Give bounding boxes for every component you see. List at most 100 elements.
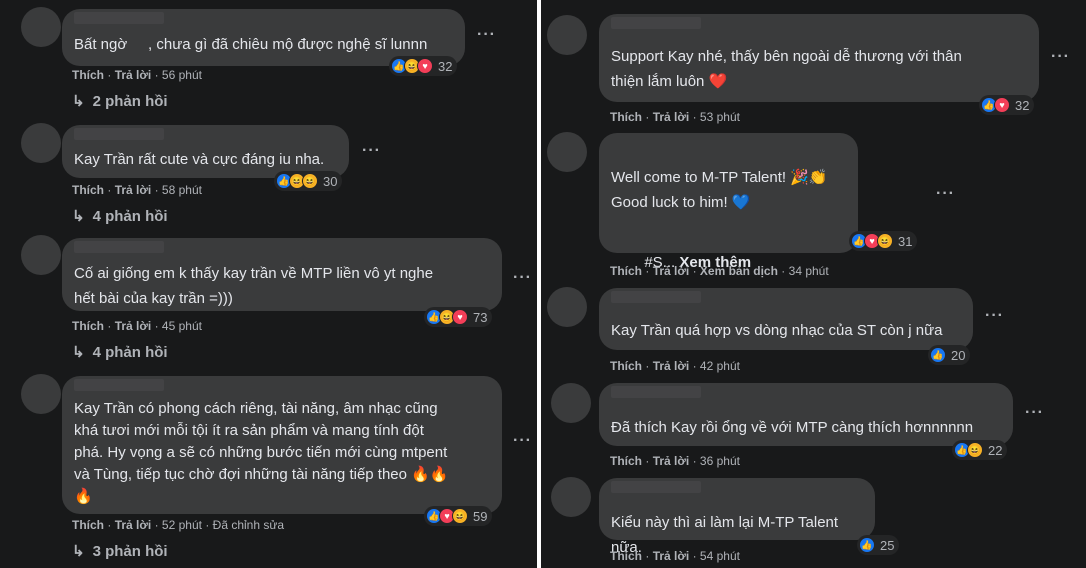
- haha-icon: 😆: [452, 508, 468, 524]
- reply-link[interactable]: Trả lời: [653, 110, 690, 124]
- more-options-icon[interactable]: ···: [1051, 48, 1070, 66]
- reaction-icons: 👍 ♥ 😆: [851, 233, 893, 249]
- comment-actions: Thích · Trả lời · Xem bản dịch · 34 phút: [610, 264, 829, 278]
- commenter-name[interactable]: [611, 386, 701, 398]
- reaction-icons: 👍: [930, 347, 946, 363]
- comment-bubble: Well come to M-TP Talent! 🎉👏 Good luck t…: [599, 133, 858, 271]
- haha-icon: 😆: [877, 233, 893, 249]
- avatar[interactable]: [21, 374, 61, 414]
- view-replies-link[interactable]: ↳ 2 phản hồi: [72, 92, 168, 110]
- reply-link[interactable]: Trả lời: [653, 454, 690, 468]
- comment-time[interactable]: 58 phút: [162, 183, 202, 197]
- reaction-summary[interactable]: 👍 25: [857, 535, 900, 555]
- comment-text: Well come to M-TP Talent! 🎉👏 Good luck t…: [611, 169, 828, 211]
- reply-link[interactable]: Trả lời: [653, 549, 690, 563]
- more-options-icon[interactable]: ···: [477, 26, 496, 44]
- avatar[interactable]: [21, 123, 61, 163]
- haha-icon: 😆: [967, 442, 983, 458]
- reply-link[interactable]: Trả lời: [115, 183, 152, 197]
- comment: Well come to M-TP Talent! 🎉👏 Good luck t…: [541, 130, 1086, 285]
- comment-time[interactable]: 42 phút: [700, 359, 740, 373]
- reply-arrow-icon: ↳: [72, 208, 85, 225]
- reply-link[interactable]: Trả lời: [115, 319, 152, 333]
- commenter-name[interactable]: [611, 291, 701, 303]
- comment-bubble: Đã thích Kay rồi ổng về với MTP càng thí…: [599, 383, 1013, 446]
- reaction-summary[interactable]: 👍 20: [928, 345, 971, 365]
- like-link[interactable]: Thích: [610, 110, 642, 124]
- comment-bubble: Kay Trần có phong cách riêng, tài năng, …: [62, 376, 502, 514]
- more-options-icon[interactable]: ···: [1025, 404, 1044, 422]
- reply-link[interactable]: Trả lời: [115, 68, 152, 82]
- more-options-icon[interactable]: ···: [513, 432, 532, 450]
- avatar[interactable]: [547, 287, 587, 327]
- reaction-summary[interactable]: 👍 😆 😆 30: [274, 171, 343, 191]
- reaction-summary[interactable]: 👍 😆 ♥ 32: [389, 56, 458, 76]
- reaction-icons: 👍 😆 ♥: [426, 309, 468, 325]
- like-link[interactable]: Thích: [610, 264, 642, 278]
- reply-link[interactable]: Trả lời: [653, 359, 690, 373]
- comment-time[interactable]: 52 phút: [162, 518, 202, 532]
- comment: Bất ngờ , chưa gì đã chiêu mộ được nghệ …: [0, 0, 537, 115]
- commenter-name[interactable]: [74, 12, 164, 24]
- comment: Support Kay nhé, thấy bên ngoài dễ thươn…: [541, 0, 1086, 130]
- reply-link[interactable]: Trả lời: [653, 264, 690, 278]
- like-icon: 👍: [930, 347, 946, 363]
- commenter-name[interactable]: [74, 241, 164, 253]
- view-replies-link[interactable]: ↳ 3 phản hồi: [72, 542, 168, 560]
- comment-time[interactable]: 56 phút: [162, 68, 202, 82]
- reaction-summary[interactable]: 👍 ♥ 32: [979, 95, 1035, 115]
- reaction-summary[interactable]: 👍 ♥ 😆 59: [424, 506, 493, 526]
- avatar[interactable]: [21, 7, 61, 47]
- comment-time[interactable]: 36 phút: [700, 454, 740, 468]
- view-replies-link[interactable]: ↳ 4 phản hồi: [72, 343, 168, 361]
- comment-actions: Thích · Trả lời · 42 phút: [610, 359, 740, 373]
- more-options-icon[interactable]: ···: [936, 185, 955, 203]
- like-link[interactable]: Thích: [72, 319, 104, 333]
- avatar[interactable]: [551, 477, 591, 517]
- edited-label: Đã chỉnh sửa: [212, 518, 285, 532]
- like-icon: 👍: [859, 537, 875, 553]
- reaction-summary[interactable]: 👍 😆 ♥ 73: [424, 307, 493, 327]
- comment: Cố ai giống em k thấy kay trần về MTP li…: [0, 233, 537, 373]
- view-replies-link[interactable]: ↳ 4 phản hồi: [72, 207, 168, 225]
- reply-arrow-icon: ↳: [72, 344, 85, 361]
- like-link[interactable]: Thích: [72, 68, 104, 82]
- avatar[interactable]: [547, 132, 587, 172]
- commenter-name[interactable]: [74, 379, 164, 391]
- commenter-name[interactable]: [74, 128, 164, 140]
- translate-link[interactable]: Xem bản dịch: [700, 264, 778, 278]
- reaction-count: 30: [323, 173, 338, 189]
- comment-actions: Thích · Trả lời · 54 phút: [610, 549, 740, 563]
- reaction-summary[interactable]: 👍 ♥ 😆 31: [849, 231, 918, 251]
- comment-text: Kay Trần có phong cách riêng, tài năng, …: [74, 400, 449, 505]
- comment-bubble: Kay Trần quá hợp vs dòng nhạc của ST còn…: [599, 288, 973, 350]
- reaction-icons: 👍: [859, 537, 875, 553]
- like-link[interactable]: Thích: [610, 454, 642, 468]
- comment-actions: Thích · Trả lời · 52 phút · Đã chỉnh sửa: [72, 518, 285, 532]
- comment-time[interactable]: 34 phút: [789, 264, 829, 278]
- avatar[interactable]: [547, 15, 587, 55]
- more-options-icon[interactable]: ···: [985, 307, 1004, 325]
- comment-actions: Thích · Trả lời · 45 phút: [72, 319, 202, 333]
- reaction-icons: 👍 😆: [954, 442, 983, 458]
- comment-actions: Thích · Trả lời · 56 phút: [72, 68, 202, 82]
- comment-time[interactable]: 45 phút: [162, 319, 202, 333]
- more-options-icon[interactable]: ···: [362, 142, 381, 160]
- like-link[interactable]: Thích: [72, 183, 104, 197]
- reply-link[interactable]: Trả lời: [115, 518, 152, 532]
- reaction-count: 31: [898, 233, 913, 249]
- commenter-name[interactable]: [611, 481, 701, 493]
- reaction-summary[interactable]: 👍 😆 22: [952, 440, 1008, 460]
- more-options-icon[interactable]: ···: [513, 269, 532, 287]
- comment-time[interactable]: 53 phút: [700, 110, 740, 124]
- comment-time[interactable]: 54 phút: [700, 549, 740, 563]
- avatar[interactable]: [551, 383, 591, 423]
- comment-text: Đã thích Kay rồi ổng về với MTP càng thí…: [611, 419, 974, 436]
- commenter-name[interactable]: [611, 17, 701, 29]
- comment-bubble: Cố ai giống em k thấy kay trần về MTP li…: [62, 238, 502, 311]
- like-link[interactable]: Thích: [610, 359, 642, 373]
- avatar[interactable]: [21, 235, 61, 275]
- like-link[interactable]: Thích: [72, 518, 104, 532]
- like-link[interactable]: Thích: [610, 549, 642, 563]
- comments-panel-right: Support Kay nhé, thấy bên ngoài dễ thươn…: [541, 0, 1086, 568]
